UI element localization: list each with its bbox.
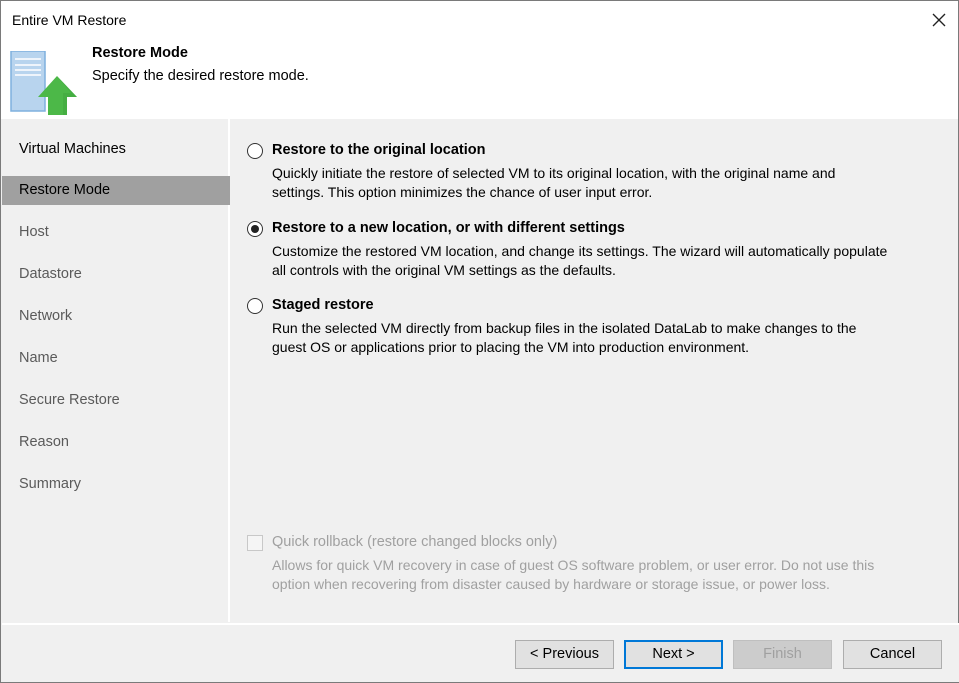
step-title: Restore Mode (92, 45, 188, 61)
wizard-header: Entire VM Restore Restore Mode Specify t… (1, 1, 958, 119)
quick-rollback-label: Quick rollback (restore changed blocks o… (272, 534, 558, 550)
sidebar-item-virtual-machines[interactable]: Virtual Machines (2, 135, 230, 164)
radio-new-location[interactable] (247, 221, 263, 237)
quick-rollback-checkbox[interactable] (247, 535, 263, 551)
step-subtitle: Specify the desired restore mode. (92, 68, 309, 84)
sidebar-item-datastore[interactable]: Datastore (2, 260, 230, 289)
wizard-steps-sidebar: Virtual Machines Restore Mode Host Datas… (2, 119, 230, 622)
close-button[interactable] (929, 10, 949, 30)
sidebar-item-secure-restore[interactable]: Secure Restore (2, 386, 230, 415)
sidebar-item-name[interactable]: Name (2, 344, 230, 373)
sidebar-item-reason[interactable]: Reason (2, 428, 230, 457)
sidebar-item-summary[interactable]: Summary (2, 470, 230, 499)
description-line: Allows for quick VM recovery in case of … (272, 557, 875, 573)
option-label[interactable]: Staged restore (272, 297, 374, 313)
restore-mode-panel: Restore to the original location Quickly… (232, 119, 958, 622)
description-line: guest OS or applications prior to placin… (272, 339, 750, 355)
quick-rollback-description: Allows for quick VM recovery in case of … (272, 556, 952, 594)
description-line: Customize the restored VM location, and … (272, 243, 888, 259)
close-icon (932, 13, 946, 27)
radio-original-location[interactable] (247, 143, 263, 159)
cancel-button[interactable]: Cancel (843, 640, 942, 669)
sidebar-item-network[interactable]: Network (2, 302, 230, 331)
description-line: option when recovering from disaster cau… (272, 576, 830, 592)
option-description: Run the selected VM directly from backup… (272, 319, 952, 357)
description-line: Quickly initiate the restore of selected… (272, 165, 836, 181)
option-label[interactable]: Restore to the original location (272, 142, 486, 158)
entire-vm-restore-dialog: Entire VM Restore Restore Mode Specify t… (0, 0, 959, 683)
vm-restore-upload-icon (10, 50, 78, 115)
previous-button[interactable]: < Previous (515, 640, 614, 669)
option-description: Quickly initiate the restore of selected… (272, 164, 952, 202)
sidebar-item-host[interactable]: Host (2, 218, 230, 247)
radio-staged-restore[interactable] (247, 298, 263, 314)
description-line: all controls with the original VM settin… (272, 262, 616, 278)
finish-button: Finish (733, 640, 832, 669)
wizard-footer: < Previous Next > Finish Cancel (2, 623, 959, 682)
description-line: Run the selected VM directly from backup… (272, 320, 857, 336)
option-description: Customize the restored VM location, and … (272, 242, 952, 280)
description-line: settings. This option minimizes the chan… (272, 184, 653, 200)
option-label[interactable]: Restore to a new location, or with diffe… (272, 220, 625, 236)
sidebar-item-restore-mode[interactable]: Restore Mode (2, 176, 230, 205)
window-title: Entire VM Restore (12, 12, 127, 28)
next-button[interactable]: Next > (624, 640, 723, 669)
